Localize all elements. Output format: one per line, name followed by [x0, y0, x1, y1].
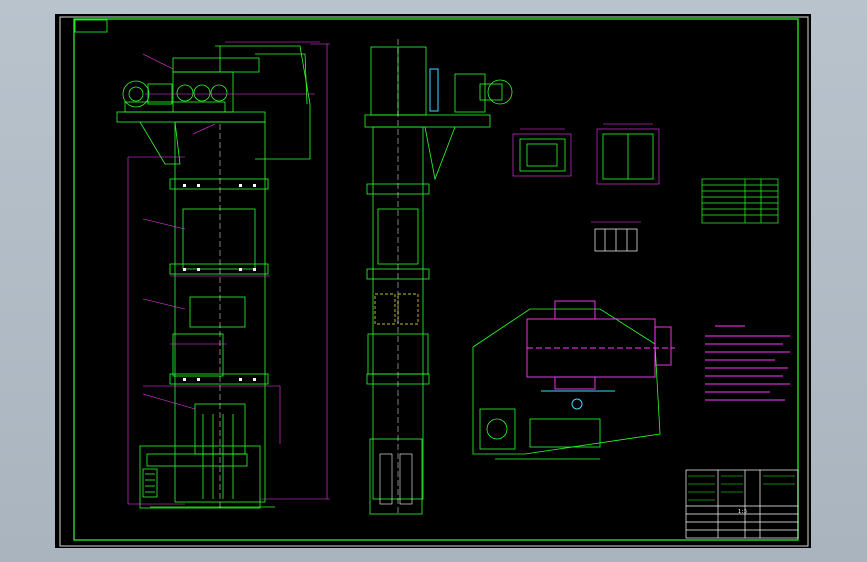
drive-plan-view — [472, 308, 661, 460]
drive-gearbox-outline — [526, 300, 675, 390]
side-view — [364, 46, 513, 515]
parameter-table — [701, 178, 779, 224]
front-view-dimensions — [127, 41, 330, 505]
drawing-number-box — [74, 19, 108, 33]
technical-notes — [705, 325, 790, 401]
side-view-detail — [374, 293, 419, 325]
drawing-sheet: 1:5 — [59, 16, 809, 547]
section-detail-a-dims — [512, 128, 572, 177]
title-block — [685, 469, 799, 539]
title-block-cells — [688, 475, 795, 501]
boot-section — [139, 445, 261, 509]
section-detail-a — [519, 138, 566, 172]
inner-frame — [73, 18, 799, 541]
front-view — [116, 45, 315, 509]
cad-drawing-canvas: 1:5 — [55, 14, 811, 548]
scale-label: 1:5 — [738, 509, 747, 515]
bucket-detail — [594, 228, 638, 252]
section-detail-b — [602, 133, 654, 180]
front-view-bolts — [183, 184, 256, 381]
drive-shaft — [541, 390, 615, 410]
side-view-accent — [429, 68, 439, 112]
side-view-boot — [379, 453, 413, 505]
